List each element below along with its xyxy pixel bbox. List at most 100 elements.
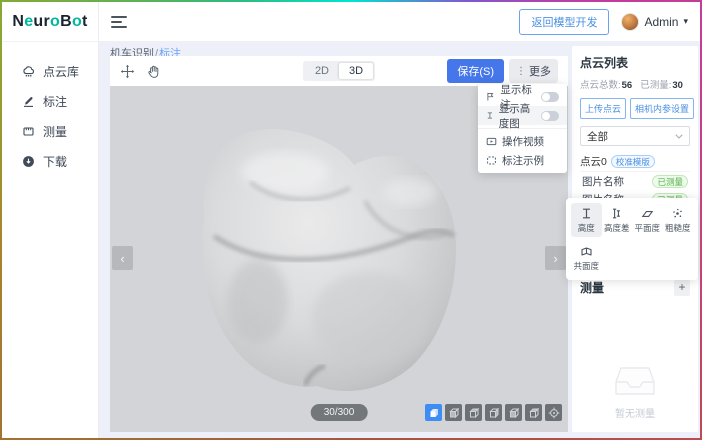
show-annotation-toggle[interactable] <box>541 92 559 102</box>
view-cube-front-button[interactable] <box>445 404 462 421</box>
logo-letter: N <box>12 13 24 31</box>
coplanarity-icon <box>580 245 593 258</box>
view-cube-default-button[interactable] <box>425 404 442 421</box>
cloud-icon <box>22 65 35 78</box>
more-dropdown-menu: 显示标注 显示高度图 操作视频 标注示例 <box>478 84 567 173</box>
view-cube-side-button[interactable] <box>485 404 502 421</box>
menu-item-label: 显示高度图 <box>499 101 536 131</box>
sidebar-item-annotate[interactable]: 标注 <box>2 86 98 116</box>
sidebar-item-label: 标注 <box>43 93 67 110</box>
toolbar-actions: 保存(S) ⋮ 更多 <box>447 59 558 83</box>
panel-buttons: 上传点云 相机内参设置 <box>580 98 690 119</box>
tool-height-difference[interactable]: 高度差 <box>602 203 633 237</box>
brand-logo: NeuroBot <box>2 2 98 42</box>
more-button[interactable]: ⋮ 更多 <box>509 59 558 83</box>
template-tag: 校准模版 <box>611 155 655 168</box>
download-icon <box>22 155 35 168</box>
tool-coplanarity[interactable]: 共面度 <box>571 241 602 275</box>
sidebar-item-label: 测量 <box>43 123 67 140</box>
view-orientation-buttons <box>425 404 562 421</box>
mode-3d-button[interactable]: 3D <box>339 63 373 79</box>
mode-2d-button[interactable]: 2D <box>305 63 339 79</box>
logo-letter: e <box>24 13 33 31</box>
tool-label: 粗糙度 <box>665 222 691 234</box>
height-icon <box>580 207 593 220</box>
next-arrow-button[interactable]: › <box>545 246 566 270</box>
save-button[interactable]: 保存(S) <box>447 59 504 83</box>
measure-section-header: 测量 + <box>580 279 690 296</box>
tool-label: 共面度 <box>573 260 599 272</box>
prev-arrow-button[interactable]: ‹ <box>112 246 133 270</box>
tool-height[interactable]: 高度 <box>571 203 602 237</box>
measured-value: 30 <box>672 80 683 91</box>
empty-inbox-icon <box>612 364 658 398</box>
sidebar-item-pointcloud-library[interactable]: 点云库 <box>2 56 98 86</box>
sidebar-item-label: 下载 <box>43 153 67 170</box>
filter-select[interactable]: 全部 <box>580 126 690 146</box>
pointcloud-item[interactable]: 点云0 校准模版 <box>580 152 690 172</box>
dots-vertical-icon: ⋮ <box>516 66 526 77</box>
empty-state: 暂无测量 <box>572 364 698 420</box>
add-measurement-button[interactable]: + <box>674 280 690 296</box>
pagination-indicator: 30/300 <box>311 404 368 421</box>
viewport-tools <box>120 64 162 79</box>
menu-item-label: 标注示例 <box>502 153 544 168</box>
show-heightmap-toggle[interactable] <box>541 111 559 121</box>
roughness-icon <box>671 207 684 220</box>
height-icon <box>486 110 494 121</box>
topbar: 返回模型开发 Admin ▾ <box>99 2 700 42</box>
panel-stats: 点云总数:56 已测量:30 <box>580 77 690 91</box>
logo-letter: o <box>72 13 82 31</box>
canvas-toolbar: 2D 3D 保存(S) ⋮ 更多 <box>110 56 568 86</box>
gradient-frame: NeuroBot 点云库 标注 测量 下载 返回模型开发 <box>0 0 702 440</box>
sidebar: NeuroBot 点云库 标注 测量 下载 <box>2 2 99 438</box>
avatar <box>621 13 639 31</box>
upload-pointcloud-button[interactable]: 上传点云 <box>580 98 626 119</box>
menu-item-label: 操作视频 <box>502 134 544 149</box>
image-name: 图片名称 <box>582 174 624 189</box>
sidebar-item-download[interactable]: 下载 <box>2 146 98 176</box>
recenter-crosshair-button[interactable] <box>545 404 562 421</box>
sidebar-nav: 点云库 标注 测量 下载 <box>2 42 98 176</box>
content-area: 机车识别/标注 2D 3D 保存(S) <box>99 42 700 438</box>
flag-icon <box>486 91 495 102</box>
empty-state-text: 暂无测量 <box>572 405 698 420</box>
tool-label: 平面度 <box>634 222 660 234</box>
menu-item-tutorial-video[interactable]: 操作视频 <box>478 132 567 151</box>
back-to-model-dev-button[interactable]: 返回模型开发 <box>519 9 609 35</box>
ruler-icon <box>22 125 35 138</box>
tool-roughness[interactable]: 粗糙度 <box>663 203 694 237</box>
menu-item-annotation-example[interactable]: 标注示例 <box>478 151 567 170</box>
measured-tag: 已测量 <box>652 175 688 188</box>
flatness-icon <box>641 207 654 220</box>
panel-title: 点云列表 <box>580 54 690 71</box>
camera-intrinsics-button[interactable]: 相机内参设置 <box>630 98 694 119</box>
measure-title: 测量 <box>580 279 604 296</box>
collapse-sidebar-icon[interactable] <box>111 16 127 28</box>
user-menu[interactable]: Admin ▾ <box>621 13 688 31</box>
topbar-right: 返回模型开发 Admin ▾ <box>519 9 688 35</box>
chevron-down-icon: ▾ <box>683 16 688 27</box>
view-mode-switch: 2D 3D <box>303 61 375 81</box>
measure-tool-popover: 高度 高度差 平面度 粗糙度 共面度 <box>566 198 698 280</box>
sidebar-item-measure[interactable]: 测量 <box>2 116 98 146</box>
view-cube-back-button[interactable] <box>505 404 522 421</box>
pan-move-icon[interactable] <box>120 64 135 79</box>
image-row[interactable]: 图片名称 已测量 <box>580 172 690 190</box>
video-icon <box>486 136 497 147</box>
measured-label: 已测量: <box>640 80 671 91</box>
total-label: 点云总数: <box>580 80 621 91</box>
view-cube-bottom-button[interactable] <box>525 404 542 421</box>
more-button-label: 更多 <box>529 63 551 79</box>
tool-label: 高度 <box>578 222 595 234</box>
frame-icon <box>486 155 497 166</box>
logo-letter: t <box>82 13 88 31</box>
logo-letter: B <box>60 13 72 31</box>
hand-grab-icon[interactable] <box>147 64 162 79</box>
logo-letter: ur <box>33 13 50 31</box>
total-value: 56 <box>622 80 633 91</box>
menu-item-show-heightmap[interactable]: 显示高度图 <box>478 106 567 125</box>
height-difference-icon <box>610 207 623 220</box>
tool-flatness[interactable]: 平面度 <box>632 203 663 237</box>
view-cube-top-button[interactable] <box>465 404 482 421</box>
